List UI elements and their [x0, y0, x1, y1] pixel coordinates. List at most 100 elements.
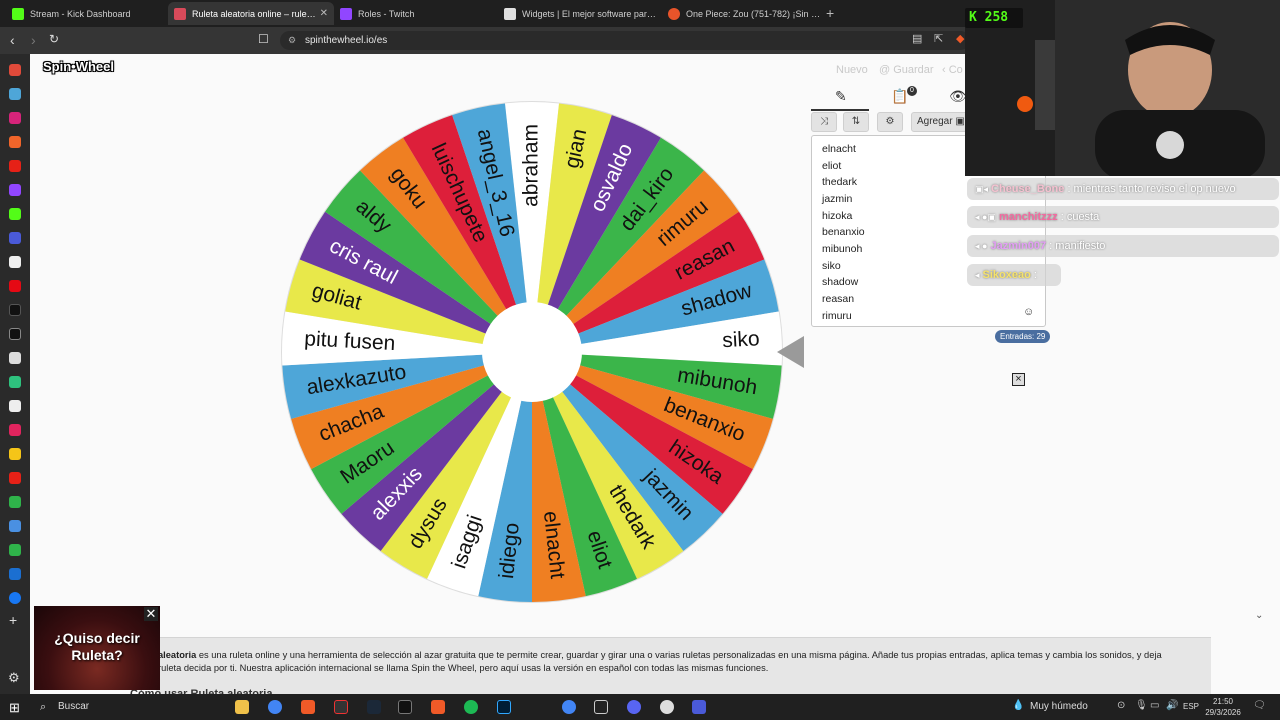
x-icon[interactable] — [9, 328, 21, 340]
notion-icon[interactable] — [9, 400, 21, 412]
windows-start-icon[interactable]: ⊞ — [9, 700, 20, 716]
volume-icon[interactable]: 🔊 — [1166, 700, 1178, 711]
kick-icon[interactable] — [9, 208, 21, 220]
sidebar-app-icon[interactable] — [9, 64, 21, 76]
new-link[interactable]: Nuevo — [836, 64, 868, 76]
save-link[interactable]: @ Guardar — [879, 64, 934, 76]
settings-gear-icon[interactable]: ⚙ — [877, 112, 903, 132]
chat-message: ◂ ●▣ manchitzzz : cuesta — [967, 206, 1279, 228]
tab-ruleta[interactable]: Ruleta aleatoria online – ruleta d ✕ — [168, 2, 334, 25]
chrome-icon[interactable] — [268, 700, 282, 714]
sidebar-app-icon[interactable] — [9, 352, 21, 364]
results-clipboard-icon[interactable]: 📋 — [891, 88, 908, 105]
list-item: eliot — [822, 160, 842, 172]
instagram-icon[interactable] — [9, 112, 21, 124]
edit-pencil-icon[interactable]: ✎ — [835, 88, 847, 105]
netflix-icon[interactable] — [9, 280, 21, 292]
network-icon[interactable]: ▭ — [1150, 700, 1159, 711]
brave-shield-icon[interactable]: ◆ — [956, 32, 964, 45]
sidebar-app-icon[interactable] — [9, 424, 21, 436]
add-image-button[interactable]: Agregar ▣ — [911, 112, 971, 132]
sidebar-app-icon[interactable] — [9, 448, 21, 460]
gif-icon[interactable] — [9, 520, 21, 532]
sidebar-app-icon[interactable] — [9, 232, 21, 244]
notification-icon[interactable]: 🗨 — [1253, 700, 1266, 711]
forward-icon[interactable]: › — [31, 32, 36, 48]
sidebar-app-icon[interactable] — [9, 376, 21, 388]
taskbar-search[interactable]: ⌕ Buscar — [34, 697, 196, 717]
sidebar-app-icon[interactable] — [9, 136, 21, 148]
shuffle-icon[interactable]: ⤨ — [811, 112, 837, 132]
tab-widgets[interactable]: Widgets | El mejor software para pot — [498, 2, 664, 25]
reload-icon[interactable]: ↻ — [49, 32, 59, 46]
microphone-icon[interactable]: 🎙 — [1135, 700, 1148, 711]
openai-icon[interactable] — [660, 700, 674, 714]
share-link[interactable]: ‹ Co — [942, 64, 963, 76]
steam-icon[interactable] — [367, 700, 381, 714]
chrome-icon[interactable] — [562, 700, 576, 714]
list-item: thedark — [822, 176, 858, 188]
brave-icon[interactable] — [301, 700, 315, 714]
app-icon[interactable] — [692, 700, 706, 714]
clock-date: 29/3/2026 — [1205, 708, 1241, 717]
youtube-icon[interactable] — [9, 160, 21, 172]
tab-kick-dashboard[interactable]: Stream - Kick Dashboard — [6, 2, 172, 25]
language-indicator[interactable]: ESP — [1183, 694, 1199, 720]
facebook-icon[interactable] — [9, 592, 21, 604]
wheel-center[interactable] — [482, 302, 582, 402]
epic-games-icon[interactable] — [398, 700, 412, 714]
gear-icon[interactable]: ⚙ — [8, 670, 20, 686]
app-icon[interactable] — [334, 700, 348, 714]
chat-message: ▣◂ Cheuse_Bone : mientras tanto reviso el… — [967, 178, 1279, 200]
chat-user: Cheuse_Bone — [991, 183, 1065, 195]
chat-user: manchitzzz — [998, 211, 1058, 223]
back-icon[interactable]: ‹ — [10, 32, 15, 48]
badge-icon: ▣◂ — [975, 184, 989, 194]
weather-text[interactable]: Muy húmedo — [1030, 694, 1088, 720]
app-icon[interactable] — [431, 700, 445, 714]
viewer-count: 258 — [984, 10, 1009, 25]
capcut-icon[interactable] — [594, 700, 608, 714]
tiktok-icon[interactable] — [9, 304, 21, 316]
url-field[interactable]: ⚙ spinthewheel.io/es — [280, 31, 970, 50]
new-tab-button[interactable]: + — [826, 5, 834, 21]
sidebar-app-icon[interactable] — [9, 472, 21, 484]
twitch-icon[interactable] — [9, 184, 21, 196]
description-text: es una ruleta online y una herramienta d… — [196, 650, 1162, 660]
chevron-down-icon[interactable]: ⌄ — [1255, 610, 1263, 621]
app-tray-icon[interactable]: ⊙ — [1117, 700, 1125, 711]
entries-count-badge: Entradas: 29 — [995, 330, 1051, 343]
file-explorer-icon[interactable] — [235, 700, 249, 714]
sidebar-app-icon[interactable] — [9, 544, 21, 556]
close-icon[interactable]: × — [1012, 373, 1025, 386]
paypal-icon[interactable] — [9, 568, 21, 580]
sidebar-app-icon[interactable] — [9, 496, 21, 508]
search-icon: ⌕ — [40, 701, 47, 713]
discord-icon[interactable] — [627, 700, 641, 714]
clock[interactable]: 21:50 29/3/2026 — [1203, 696, 1243, 718]
tab-twitch-roles[interactable]: Roles - Twitch — [334, 2, 500, 25]
add-sidebar-app-icon[interactable]: + — [9, 612, 17, 628]
emoji-icon[interactable]: ☺ — [1023, 306, 1034, 318]
ad-banner[interactable]: ¿Quiso decir Ruleta? ✕ — [34, 606, 160, 690]
site-info-icon[interactable]: ⚙ — [288, 31, 296, 50]
panel-tabs: ✎ 📋 0 👁 — [811, 84, 971, 110]
active-tab-underline — [811, 109, 869, 111]
spotify-icon[interactable] — [464, 700, 478, 714]
close-tab-icon[interactable]: ✕ — [320, 8, 328, 19]
ad-text: ¿Quiso decir Ruleta? — [54, 630, 140, 663]
site-logo[interactable]: Spin•Wheel — [43, 59, 114, 74]
reader-mode-icon[interactable]: ▤ — [912, 32, 922, 45]
tab-one-piece[interactable]: One Piece: Zou (751-782) ¡Sin salida! — [662, 2, 828, 25]
viewer-count-badge: K 258 — [965, 8, 1023, 28]
results-badge: 0 — [907, 86, 917, 96]
sidebar-app-icon[interactable] — [9, 88, 21, 100]
sidebar-app-icon[interactable] — [9, 256, 21, 268]
crunchyroll-icon — [668, 7, 680, 20]
photoshop-icon[interactable] — [497, 700, 511, 714]
sort-icon[interactable]: ⇅ — [843, 112, 869, 132]
share-icon[interactable]: ⇱ — [934, 32, 943, 45]
close-icon[interactable]: ✕ — [144, 607, 158, 621]
bookmark-icon[interactable]: ☐ — [258, 32, 269, 46]
clock-time: 21:50 — [1212, 697, 1234, 706]
